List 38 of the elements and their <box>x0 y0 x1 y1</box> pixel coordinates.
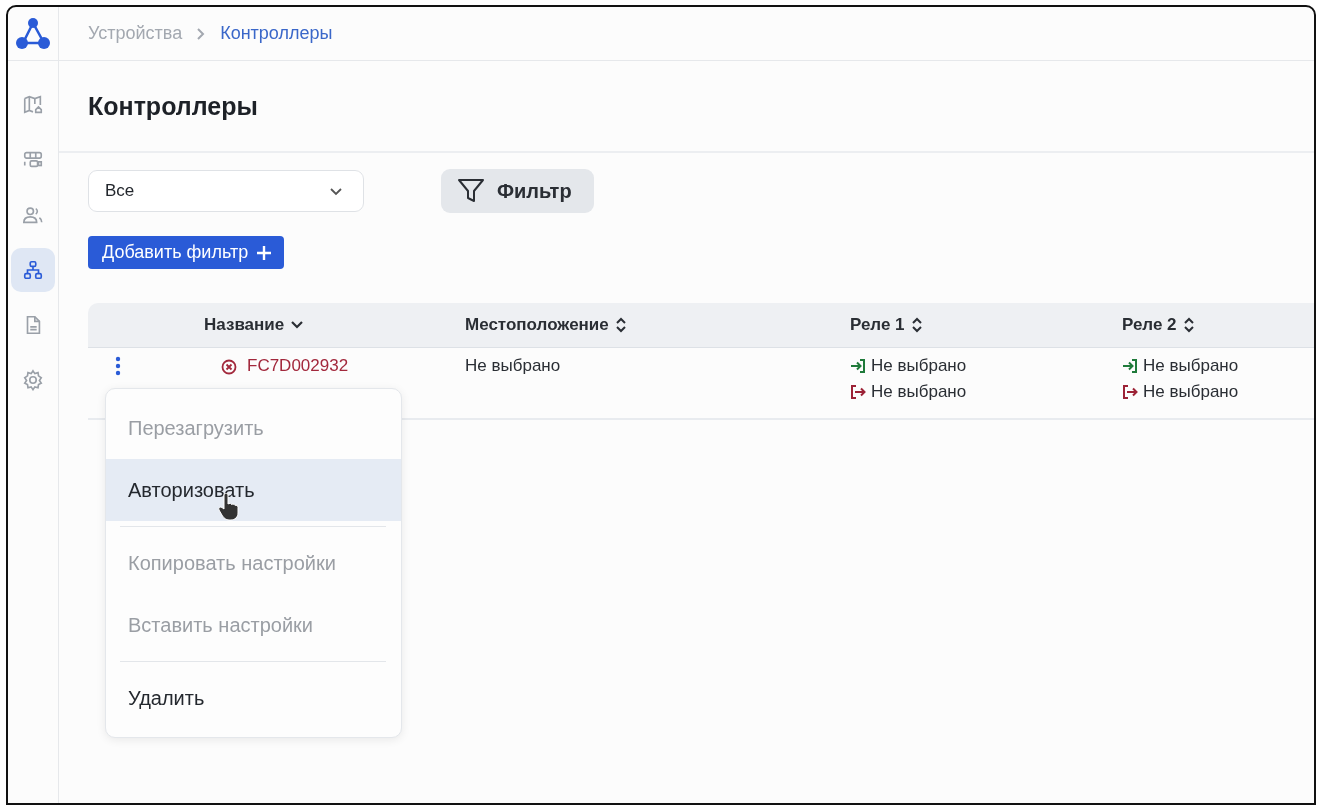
controller-name[interactable]: FC7D002932 <box>247 356 349 376</box>
select-field[interactable]: Все <box>88 170 364 212</box>
settings-icon <box>22 369 44 391</box>
logo-icon[interactable] <box>15 16 51 51</box>
location-cell-text: Не выбрано <box>465 356 562 376</box>
add-filter-button[interactable]: Добавить фильтр <box>88 236 285 269</box>
sort-icon <box>614 317 627 333</box>
logout-icon <box>850 385 866 399</box>
users-icon <box>22 204 44 226</box>
menu-item[interactable]: Удалить <box>106 667 401 729</box>
page-title: Контроллеры <box>88 91 258 121</box>
select-value: Все <box>105 181 135 201</box>
filter-icon <box>457 178 485 204</box>
login-icon <box>1122 359 1138 373</box>
sort-icon <box>910 317 923 333</box>
chevron-down-icon <box>290 320 305 330</box>
chevron-down-icon <box>329 186 343 196</box>
chevron-right-icon <box>196 26 207 41</box>
filter-button[interactable]: Фильтр <box>441 169 594 213</box>
sort-icon <box>1182 317 1195 333</box>
relay-value: Не выбрано <box>1143 356 1239 376</box>
relay-value: Не выбрано <box>871 356 967 376</box>
hierarchy-icon <box>22 259 44 281</box>
column-header[interactable]: Местоположение <box>465 315 609 335</box>
login-icon <box>850 359 866 373</box>
breadcrumb-link[interactable]: Контроллеры <box>220 23 333 44</box>
logout-icon <box>1122 385 1138 399</box>
more-vertical-icon <box>115 356 121 376</box>
relay-value: Не выбрано <box>1143 382 1239 402</box>
column-header[interactable]: Реле 1 <box>850 315 905 335</box>
relay-value: Не выбрано <box>871 382 967 402</box>
map-icon <box>22 94 44 116</box>
column-header[interactable]: Реле 2 <box>1122 315 1177 335</box>
column-header[interactable]: Название <box>204 315 285 335</box>
error-icon <box>221 359 237 375</box>
plus-icon <box>256 244 273 261</box>
menu-item[interactable]: Авторизовать <box>106 459 401 521</box>
sidebar-item[interactable] <box>11 248 55 292</box>
